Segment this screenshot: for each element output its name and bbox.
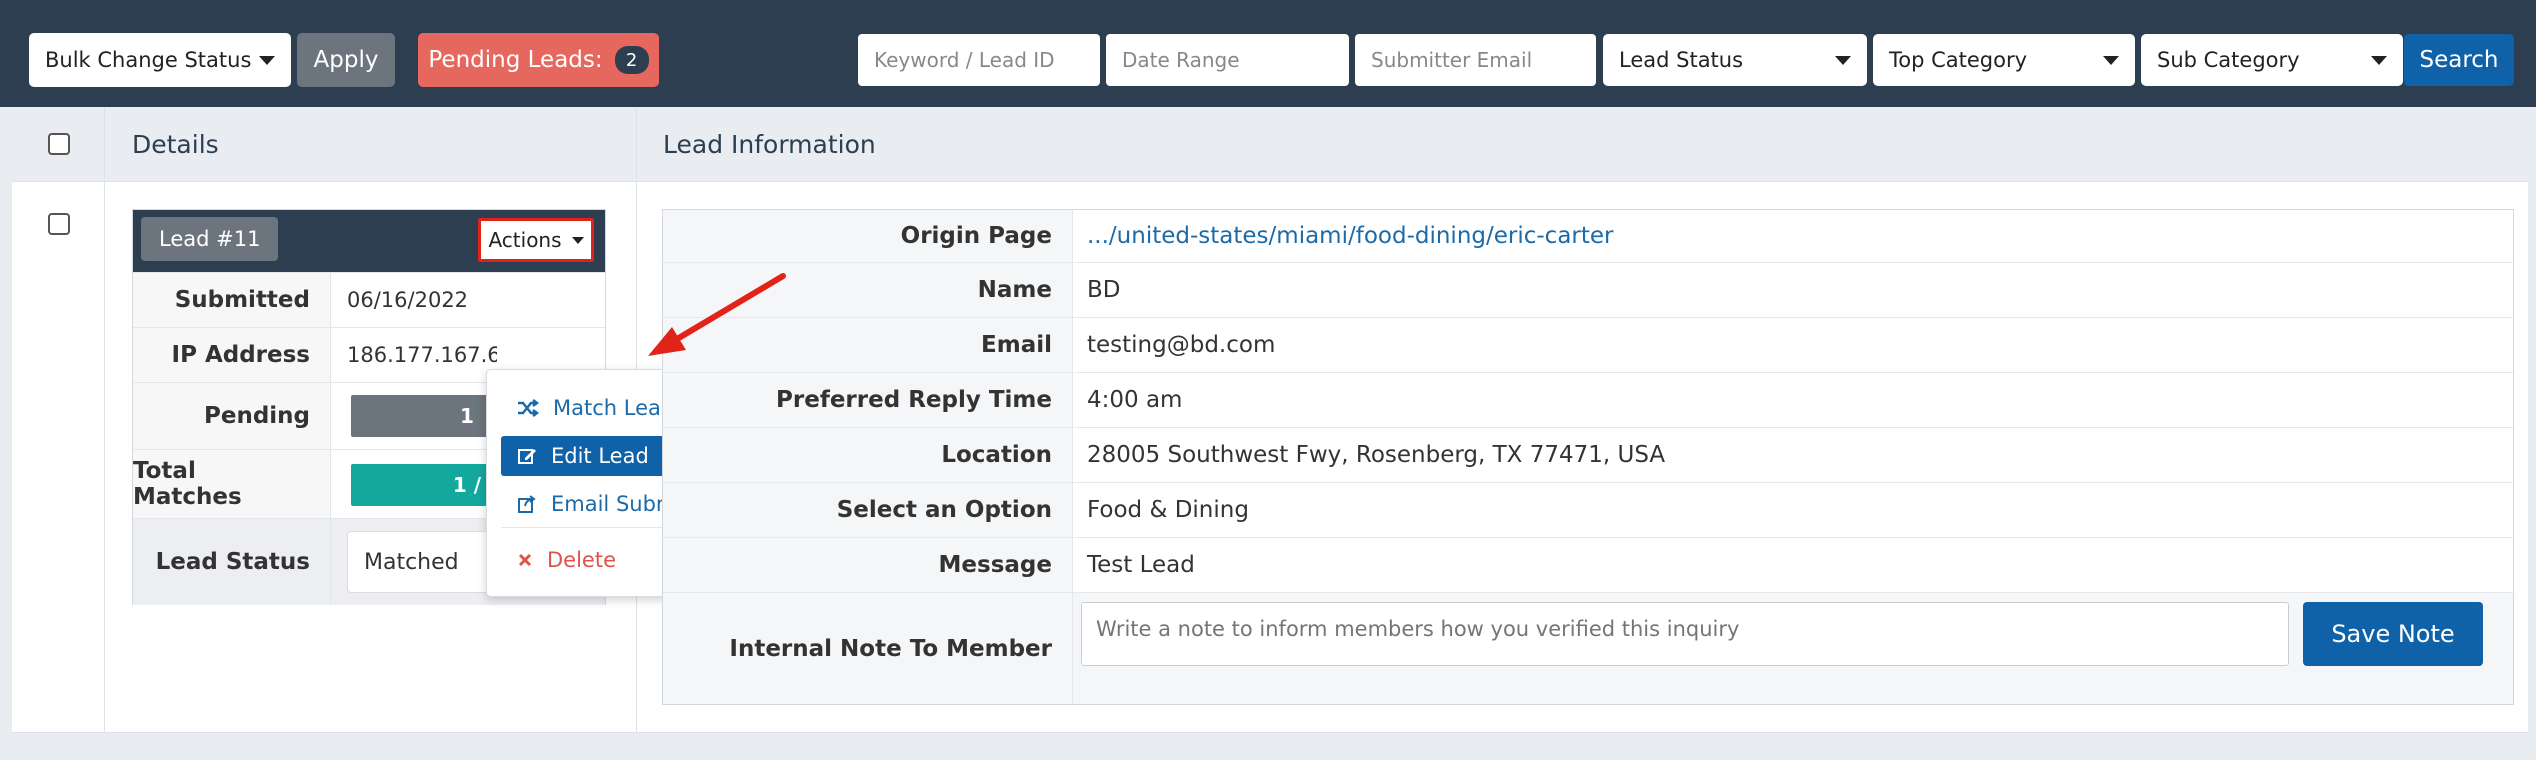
pending-leads-button[interactable]: Pending Leads: 2 — [418, 33, 659, 87]
column-divider — [104, 107, 105, 760]
preferred-reply-time-row: Preferred Reply Time 4:00 am — [663, 372, 2513, 427]
apply-button[interactable]: Apply — [297, 33, 395, 87]
submitted-label: Submitted — [133, 273, 331, 327]
table-header — [12, 107, 2528, 182]
message-row: Message Test Lead — [663, 537, 2513, 592]
bulk-change-status-label: Bulk Change Status — [45, 48, 252, 72]
top-category-select[interactable]: Top Category — [1873, 34, 2135, 86]
message-value: Test Lead — [1087, 552, 1195, 578]
submitted-row: Submitted 06/16/2022 — [133, 272, 605, 327]
menu-item-label: Match Lead — [553, 396, 675, 420]
close-icon — [518, 553, 532, 567]
lead-status-value: Matched — [364, 549, 459, 575]
bulk-change-status-select[interactable]: Bulk Change Status — [29, 33, 291, 87]
save-note-button[interactable]: Save Note — [2303, 602, 2483, 666]
location-row: Location 28005 Southwest Fwy, Rosenberg,… — [663, 427, 2513, 482]
internal-note-row: Internal Note To Member Save Note — [663, 592, 2513, 704]
lead-information-panel: Origin Page .../united-states/miami/food… — [662, 209, 2514, 705]
preferred-reply-time-value: 4:00 am — [1087, 387, 1183, 413]
select-option-value: Food & Dining — [1087, 497, 1249, 523]
leads-table: Details Lead Information Lead #11 Action… — [12, 107, 2528, 760]
name-row: Name BD — [663, 262, 2513, 317]
lead-status-select[interactable]: Lead Status — [1603, 34, 1867, 86]
submitter-email-input[interactable] — [1355, 34, 1596, 86]
sub-category-select[interactable]: Sub Category — [2141, 34, 2403, 86]
email-row: Email testing@bd.com — [663, 317, 2513, 372]
preferred-reply-time-label: Preferred Reply Time — [663, 373, 1073, 427]
sub-category-label: Sub Category — [2157, 48, 2300, 72]
search-label: Search — [2419, 47, 2499, 73]
lead-card-header: Lead #11 Actions — [133, 210, 605, 272]
lead-information-column-header: Lead Information — [663, 130, 876, 159]
top-category-label: Top Category — [1889, 48, 2028, 72]
pending-leads-label: Pending Leads: — [428, 47, 603, 73]
row-checkbox[interactable] — [48, 213, 70, 235]
keyword-input[interactable] — [858, 34, 1100, 86]
total-matches-label: Total Matches — [133, 450, 331, 518]
share-icon — [518, 495, 536, 513]
actions-dropdown-button[interactable]: Actions — [478, 218, 594, 262]
menu-item-label: Delete — [547, 548, 616, 572]
origin-page-link[interactable]: .../united-states/miami/food-dining/eric… — [1087, 210, 1614, 262]
chevron-down-icon — [1835, 55, 1851, 65]
location-value: 28005 Southwest Fwy, Rosenberg, TX 77471… — [1087, 442, 1666, 468]
chevron-down-icon — [259, 55, 275, 65]
select-all-checkbox[interactable] — [48, 133, 70, 155]
name-label: Name — [663, 263, 1073, 317]
internal-note-label: Internal Note To Member — [663, 593, 1073, 704]
location-label: Location — [663, 428, 1073, 482]
date-range-input[interactable] — [1106, 34, 1349, 86]
ip-address-value: 186.177.167.66 — [347, 343, 497, 367]
details-column-header: Details — [132, 130, 219, 159]
top-toolbar: Bulk Change Status Apply Pending Leads: … — [0, 0, 2536, 107]
search-button[interactable]: Search — [2404, 34, 2514, 86]
email-label: Email — [663, 318, 1073, 372]
origin-page-label: Origin Page — [663, 210, 1073, 262]
pending-leads-count-badge: 2 — [614, 46, 649, 74]
message-label: Message — [663, 538, 1073, 592]
next-row-divider — [12, 732, 2528, 760]
lead-status-label: Lead Status — [1619, 48, 1744, 72]
origin-page-row: Origin Page .../united-states/miami/food… — [663, 210, 2513, 262]
name-value: BD — [1087, 277, 1121, 303]
edit-icon — [518, 449, 536, 464]
pending-label: Pending — [133, 383, 331, 449]
apply-label: Apply — [313, 47, 379, 73]
internal-note-textarea[interactable] — [1081, 602, 2289, 666]
save-note-label: Save Note — [2331, 620, 2455, 648]
email-value: testing@bd.com — [1087, 332, 1276, 358]
submitted-value: 06/16/2022 — [347, 288, 469, 312]
actions-label: Actions — [488, 228, 562, 252]
lead-status-label: Lead Status — [133, 519, 331, 605]
shuffle-icon — [518, 399, 539, 417]
lead-id-tag: Lead #11 — [141, 217, 279, 261]
chevron-down-icon — [2103, 55, 2119, 65]
ip-address-label: IP Address — [133, 328, 331, 382]
select-option-label: Select an Option — [663, 483, 1073, 537]
chevron-down-icon — [571, 236, 584, 244]
chevron-down-icon — [2371, 55, 2387, 65]
select-option-row: Select an Option Food & Dining — [663, 482, 2513, 537]
menu-item-label: Edit Lead — [551, 444, 649, 468]
